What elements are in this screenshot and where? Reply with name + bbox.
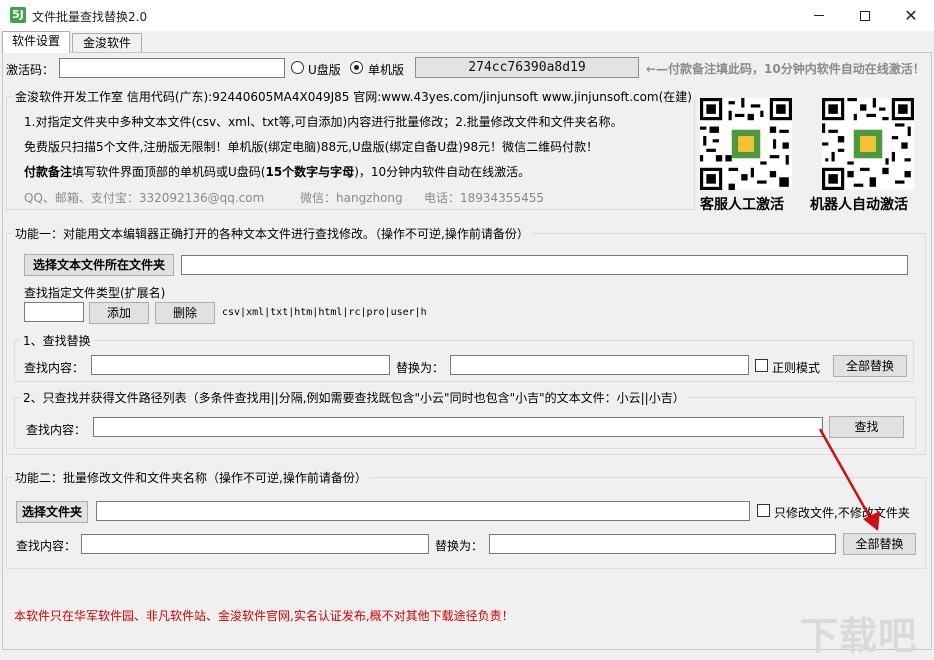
qr-code-robot: [822, 98, 914, 190]
window-title: 文件批量查找替换2.0: [32, 10, 148, 24]
activation-code-input[interactable]: [59, 58, 285, 78]
rename-replace-label: 替换为：: [435, 539, 484, 553]
qr-code-support: [700, 98, 792, 190]
activation-code-label: 激活码：: [6, 63, 55, 77]
find-replace-legend: 1、查找替换: [23, 334, 91, 348]
function-two-legend: 功能二：批量修改文件和文件夹名称（操作不可逆,操作前请备份）: [15, 471, 367, 485]
contact-qq: QQ、邮箱、支付宝：332092136@qq.com: [24, 191, 265, 205]
studio-info-legend: 金浚软件开发工作室 信用代码(广东):92440605MA4X049J85 官网…: [15, 90, 692, 104]
function-one-legend: 功能一：对能用文本编辑器正确打开的各种文本文件进行查找修改。（操作不可逆,操作前…: [15, 227, 529, 241]
regex-mode-checkbox[interactable]: [755, 359, 768, 372]
replace-with-input[interactable]: [450, 355, 749, 375]
standalone-version-label: 单机版: [368, 63, 405, 77]
delete-extension-button[interactable]: 删除: [155, 302, 215, 324]
minimize-icon: [814, 15, 824, 16]
extension-list: csv|xml|txt|htm|html|rc|pro|user|h: [222, 307, 427, 318]
usb-version-label: U盘版: [308, 63, 341, 77]
maximize-button[interactable]: [842, 0, 888, 31]
rename-folder-path-input[interactable]: [96, 501, 750, 521]
machine-code-display: 274cc76390a8d19: [415, 57, 639, 78]
select-text-folder-button[interactable]: 选择文本文件所在文件夹: [24, 254, 174, 276]
add-extension-button[interactable]: 添加: [89, 302, 149, 324]
only-files-checkbox[interactable]: [757, 504, 770, 517]
payment-hint: ←—付款备注填此码，10分钟内软件自动在线激活！: [646, 62, 925, 76]
rename-find-input[interactable]: [81, 534, 429, 554]
contact-wechat: 微信：hangzhong: [300, 191, 403, 205]
text-folder-path-input[interactable]: [181, 255, 908, 275]
publish-notice: 本软件只在华军软件园、非凡软件站、金浚软件官网,实名认证发布,概不对其他下载途径…: [14, 609, 514, 623]
standalone-version-radio[interactable]: [350, 61, 363, 74]
replace-with-label: 替换为：: [396, 361, 445, 375]
info-pricing-line: 免费版只扫描5个文件,注册版无限制！单机版(绑定电脑)88元,U盘版(绑定自备U…: [24, 140, 599, 154]
qr-support-label: 客服人工激活: [700, 197, 784, 213]
red-arrow-annotation: [818, 428, 880, 531]
payment-note-bold: 付款备注: [24, 165, 73, 179]
find-content-label: 查找内容：: [24, 361, 85, 375]
close-icon: ✕: [904, 5, 918, 25]
regex-mode-label: 正则模式: [772, 361, 821, 375]
info-payment-line: 付款备注填写软件界面顶部的单机码或U盘码(15个数字与字母)，10分钟内软件自动…: [24, 165, 531, 179]
select-folder-button[interactable]: 选择文件夹: [16, 501, 88, 523]
close-button[interactable]: ✕: [888, 0, 934, 31]
contact-phone: 电话：18934355455: [424, 191, 544, 205]
radio-selected-dot: [354, 65, 359, 70]
minimize-button[interactable]: [796, 0, 842, 31]
replace-all-content-button[interactable]: 全部替换: [833, 355, 907, 377]
maximize-icon: [860, 10, 870, 21]
rename-find-label: 查找内容：: [16, 539, 77, 553]
tab-jinjun-software[interactable]: 金浚软件: [72, 33, 142, 52]
tab-software-settings[interactable]: 软件设置: [2, 31, 70, 53]
file-extension-label: 查找指定文件类型(扩展名): [24, 286, 166, 300]
qr-robot-label: 机器人自动激活: [810, 197, 908, 213]
app-logo-icon: 5J: [10, 7, 26, 23]
replace-all-names-button[interactable]: 全部替换: [843, 533, 916, 555]
find-only-content-input[interactable]: [93, 417, 823, 437]
info-feature-line: 1.对指定文件夹中多种文本文件(csv、xml、txt等,可自添加)内容进行批量…: [24, 115, 623, 129]
find-content-input[interactable]: [91, 355, 390, 375]
rename-replace-input[interactable]: [489, 534, 836, 554]
usb-version-radio[interactable]: [291, 61, 304, 74]
find-only-content-label: 查找内容：: [26, 423, 87, 437]
file-extension-input[interactable]: [24, 302, 84, 322]
find-only-legend: 2、只查找并获得文件路径列表（多条件查找用||分隔,例如需要查找既包含"小云"同…: [23, 391, 685, 405]
